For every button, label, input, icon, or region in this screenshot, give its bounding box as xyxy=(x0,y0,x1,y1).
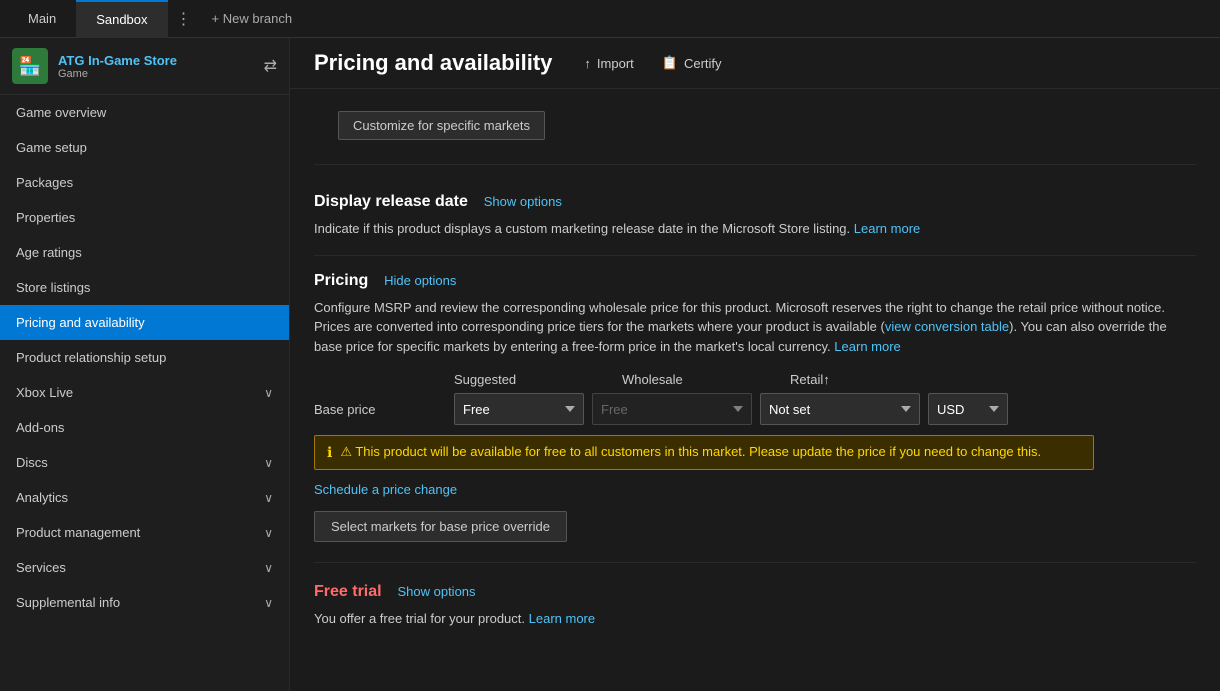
retail-price-select[interactable]: Not set xyxy=(760,393,920,425)
app-name: ATG In-Game Store xyxy=(58,53,254,68)
sidebar-item-pricing-availability[interactable]: Pricing and availability xyxy=(0,305,289,340)
free-trial-desc: You offer a free trial for your product.… xyxy=(314,609,1196,629)
show-options-link[interactable]: Show options xyxy=(484,194,562,209)
sidebar-item-analytics[interactable]: Analytics ∨ xyxy=(0,480,289,515)
sidebar-header: 🏪 ATG In-Game Store Game ⇄ xyxy=(0,38,289,95)
switch-icon[interactable]: ⇄ xyxy=(264,56,277,76)
free-price-warning: ℹ ⚠ This product will be available for f… xyxy=(314,435,1094,470)
wholesale-header: Wholesale xyxy=(622,372,782,387)
certify-icon: 📋 xyxy=(662,55,678,71)
new-branch-button[interactable]: + New branch xyxy=(200,11,305,26)
content-area: Pricing and availability ↑ Import 📋 Cert… xyxy=(290,38,1220,691)
chevron-down-icon: ∨ xyxy=(264,491,273,505)
chevron-down-icon: ∨ xyxy=(264,596,273,610)
display-release-date-title: Display release date xyxy=(314,193,468,211)
free-trial-show-options-link[interactable]: Show options xyxy=(397,584,475,599)
app-type: Game xyxy=(58,68,254,80)
sidebar-item-store-listings[interactable]: Store listings xyxy=(0,270,289,305)
import-icon: ↑ xyxy=(584,56,591,71)
display-release-date-desc: Indicate if this product displays a cust… xyxy=(314,219,1196,239)
sidebar-item-age-ratings[interactable]: Age ratings xyxy=(0,235,289,270)
tab-bar: Main Sandbox ⋮ + New branch xyxy=(0,0,1220,38)
suggested-price-select[interactable]: Free $0.99 $1.99 $2.99 $4.99 xyxy=(454,393,584,425)
hide-options-link[interactable]: Hide options xyxy=(384,273,456,288)
free-trial-title: Free trial xyxy=(314,583,382,601)
pricing-section: Pricing Hide options Configure MSRP and … xyxy=(290,256,1220,559)
select-markets-button[interactable]: Select markets for base price override xyxy=(314,511,567,542)
tab-sandbox[interactable]: Sandbox xyxy=(76,0,167,38)
page-header: Pricing and availability ↑ Import 📋 Cert… xyxy=(290,38,1220,89)
sidebar-item-add-ons[interactable]: Add-ons xyxy=(0,410,289,445)
app-logo: 🏪 xyxy=(12,48,48,84)
pricing-title: Pricing xyxy=(314,272,368,290)
chevron-down-icon: ∨ xyxy=(264,386,273,400)
wholesale-price-select[interactable]: Free xyxy=(592,393,752,425)
tab-main[interactable]: Main xyxy=(8,0,76,38)
sidebar-nav: Game overview Game setup Packages Proper… xyxy=(0,95,289,691)
warning-icon: ℹ xyxy=(327,444,332,461)
sidebar-item-game-setup[interactable]: Game setup xyxy=(0,130,289,165)
pricing-table: Suggested Wholesale Retail↑ Base price F… xyxy=(314,372,1196,542)
sidebar-item-game-overview[interactable]: Game overview xyxy=(0,95,289,130)
main-layout: 🏪 ATG In-Game Store Game ⇄ Game overview… xyxy=(0,38,1220,691)
page-title: Pricing and availability xyxy=(314,50,552,76)
sidebar-item-xbox-live[interactable]: Xbox Live ∨ xyxy=(0,375,289,410)
pricing-headers: Suggested Wholesale Retail↑ xyxy=(314,372,1196,387)
base-price-label: Base price xyxy=(314,402,446,417)
pricing-learn-more-link[interactable]: Learn more xyxy=(834,339,900,354)
free-trial-learn-more-link[interactable]: Learn more xyxy=(529,611,595,626)
currency-select[interactable]: USD xyxy=(928,393,1008,425)
customize-markets-button[interactable]: Customize for specific markets xyxy=(338,111,545,140)
chevron-down-icon: ∨ xyxy=(264,561,273,575)
free-trial-section: Free trial Show options You offer a free… xyxy=(290,567,1220,645)
schedule-price-change-link[interactable]: Schedule a price change xyxy=(314,482,1196,497)
sidebar: 🏪 ATG In-Game Store Game ⇄ Game overview… xyxy=(0,38,290,691)
pricing-desc: Configure MSRP and review the correspond… xyxy=(314,298,1196,357)
chevron-down-icon: ∨ xyxy=(264,456,273,470)
suggested-header: Suggested xyxy=(454,372,614,387)
display-release-date-section: Display release date Show options Indica… xyxy=(290,177,1220,255)
sidebar-item-supplemental-info[interactable]: Supplemental info ∨ xyxy=(0,585,289,620)
sidebar-item-services[interactable]: Services ∨ xyxy=(0,550,289,585)
conversion-table-link[interactable]: view conversion table xyxy=(885,319,1009,334)
certify-button[interactable]: 📋 Certify xyxy=(654,51,730,75)
sidebar-item-properties[interactable]: Properties xyxy=(0,200,289,235)
import-button[interactable]: ↑ Import xyxy=(576,52,641,75)
display-release-learn-more-link[interactable]: Learn more xyxy=(854,221,920,236)
sidebar-item-product-relationship[interactable]: Product relationship setup xyxy=(0,340,289,375)
header-actions: ↑ Import 📋 Certify xyxy=(576,51,729,75)
sidebar-item-product-management[interactable]: Product management ∨ xyxy=(0,515,289,550)
tab-more-button[interactable]: ⋮ xyxy=(168,9,200,29)
chevron-down-icon: ∨ xyxy=(264,526,273,540)
sidebar-item-discs[interactable]: Discs ∨ xyxy=(0,445,289,480)
retail-header: Retail↑ xyxy=(790,372,920,387)
base-price-row: Base price Free $0.99 $1.99 $2.99 $4.99 … xyxy=(314,393,1196,425)
sidebar-item-packages[interactable]: Packages xyxy=(0,165,289,200)
sidebar-app-info: ATG In-Game Store Game xyxy=(58,53,254,80)
